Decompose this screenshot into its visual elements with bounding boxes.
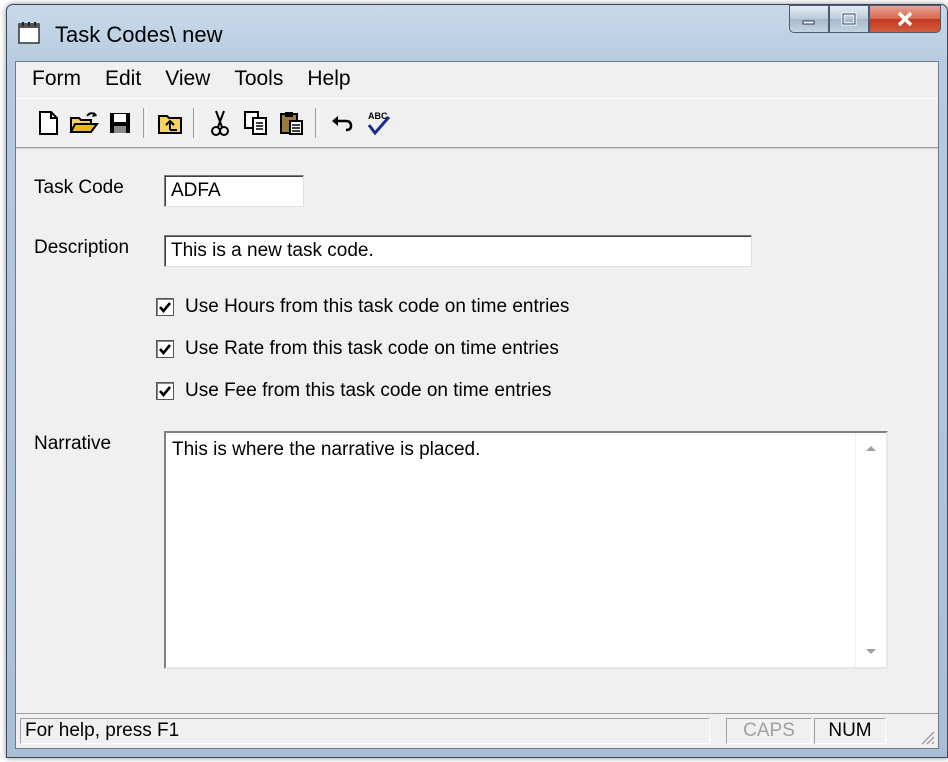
arrow-down-icon	[866, 649, 876, 654]
up-folder-button[interactable]	[152, 105, 188, 141]
scroll-down-button[interactable]	[856, 637, 886, 667]
save-icon	[110, 113, 130, 133]
use-rate-option[interactable]: Use Rate from this task code on time ent…	[156, 337, 559, 361]
up-folder-icon	[158, 115, 182, 134]
maximize-icon	[841, 12, 857, 26]
narrative-scrollbar[interactable]	[855, 433, 886, 667]
caps-indicator: CAPS	[726, 718, 812, 744]
new-icon	[39, 111, 58, 135]
close-button[interactable]	[869, 5, 941, 33]
use-hours-option[interactable]: Use Hours from this task code on time en…	[156, 295, 569, 319]
open-icon	[69, 112, 99, 133]
arrow-up-icon	[866, 446, 876, 451]
title-bar[interactable]: Task Codes\ new	[7, 5, 947, 61]
task-code-input[interactable]: ADFA	[164, 175, 304, 207]
paste-button[interactable]	[274, 105, 310, 141]
toolbar-separator	[143, 108, 147, 138]
menu-view[interactable]: View	[153, 67, 222, 91]
task-code-form: Task Code ADFA Description This is a new…	[16, 148, 938, 714]
toolbar-separator	[193, 108, 197, 138]
narrative-textarea[interactable]: This is where the narrative is placed.	[164, 431, 888, 669]
copy-icon	[244, 111, 267, 135]
status-bar: For help, press F1 CAPS NUM	[16, 713, 938, 748]
narrative-text: This is where the narrative is placed.	[172, 439, 481, 460]
description-label: Description	[34, 237, 130, 258]
use-rate-checkbox[interactable]	[156, 340, 174, 358]
menu-tools[interactable]: Tools	[222, 67, 295, 91]
cut-icon	[211, 110, 229, 136]
copy-button[interactable]	[238, 105, 274, 141]
maximize-button[interactable]	[829, 5, 869, 33]
menu-edit[interactable]: Edit	[93, 67, 153, 91]
spellcheck-icon: ABC	[367, 111, 391, 136]
use-fee-option[interactable]: Use Fee from this task code on time entr…	[156, 379, 551, 403]
close-icon	[897, 11, 913, 27]
menu-help[interactable]: Help	[295, 67, 362, 91]
client-area: Form Edit View Tools Help ABC Task Code …	[15, 61, 939, 749]
narrative-label: Narrative	[34, 433, 112, 454]
undo-icon	[332, 116, 353, 132]
description-input[interactable]: This is a new task code.	[164, 235, 752, 267]
toolbar-separator	[315, 108, 319, 138]
menu-form[interactable]: Form	[20, 67, 93, 91]
menu-bar: Form Edit View Tools Help	[16, 62, 938, 96]
minimize-icon	[802, 20, 815, 25]
toolbar: ABC	[16, 98, 938, 148]
use-hours-checkbox[interactable]	[156, 298, 174, 316]
resize-grip-icon[interactable]	[918, 728, 936, 746]
open-button[interactable]	[66, 105, 102, 141]
app-icon	[18, 22, 40, 44]
cut-button[interactable]	[202, 105, 238, 141]
spellcheck-button[interactable]: ABC	[360, 105, 396, 141]
use-rate-label: Use Rate from this task code on time ent…	[185, 338, 559, 359]
status-text: For help, press F1	[20, 718, 710, 744]
checkmark-icon	[159, 302, 172, 314]
new-button[interactable]	[30, 105, 66, 141]
use-fee-checkbox[interactable]	[156, 382, 174, 400]
caption-buttons	[789, 5, 941, 35]
checkmark-icon	[159, 344, 172, 356]
app-window: Task Codes\ new Form Edit View Tools Hel…	[6, 4, 948, 758]
task-code-label: Task Code	[34, 177, 124, 198]
paste-icon	[280, 112, 303, 135]
minimize-button[interactable]	[789, 5, 829, 33]
undo-button[interactable]	[324, 105, 360, 141]
num-indicator: NUM	[814, 718, 886, 744]
scroll-up-button[interactable]	[856, 433, 886, 463]
checkmark-icon	[159, 386, 172, 398]
window-title: Task Codes\ new	[55, 22, 223, 47]
use-hours-label: Use Hours from this task code on time en…	[185, 296, 570, 317]
use-fee-label: Use Fee from this task code on time entr…	[185, 380, 552, 401]
save-button[interactable]	[102, 105, 138, 141]
